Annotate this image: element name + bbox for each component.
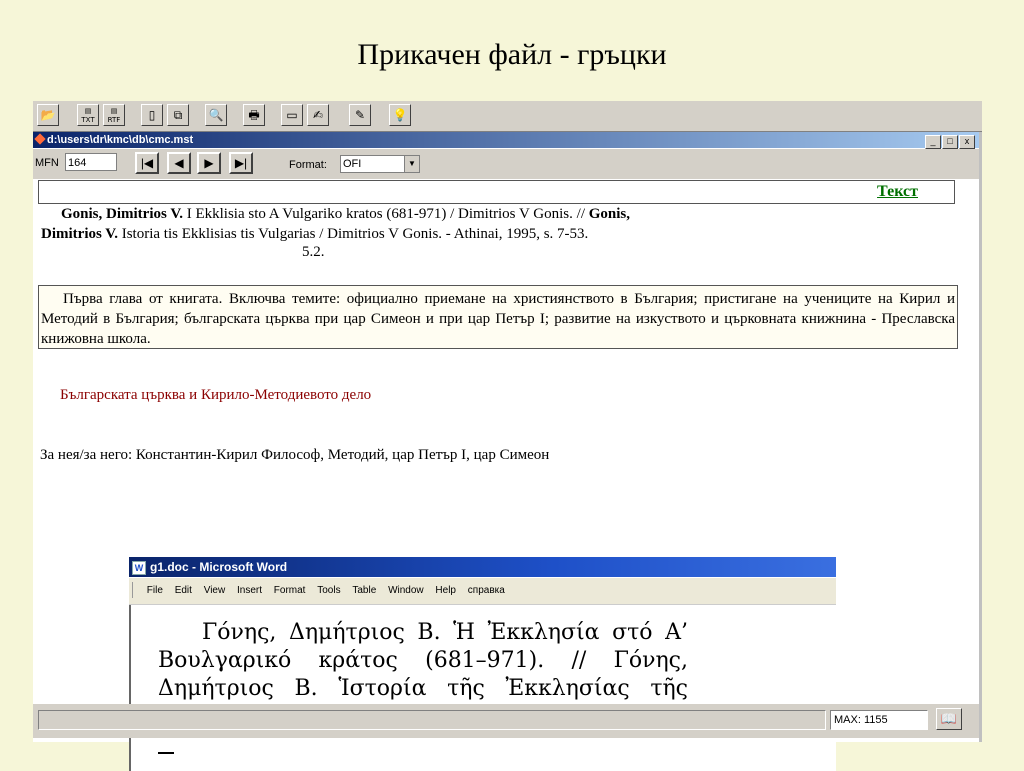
text-cursor	[158, 752, 174, 754]
minimize-button[interactable]: _	[925, 135, 941, 149]
subject-heading: Българската църква и Кирило-Методиевото …	[60, 387, 372, 403]
bib-title-1: I Ekklisia sto A Vulgariko kratos (681-9…	[182, 206, 589, 222]
tekst-link[interactable]: Текст	[877, 183, 918, 201]
max-records: MAX: 1155	[830, 710, 928, 730]
edit-icon[interactable]: ✍	[307, 104, 329, 126]
print-icon[interactable]: 🖶	[243, 104, 265, 126]
bib-title-2: Istoria tis Ekklisias tis Vulgarias / Di…	[117, 226, 589, 242]
menu-view[interactable]: View	[204, 585, 226, 596]
menu-spravka[interactable]: справка	[468, 585, 505, 596]
word-titlebar: Wg1.doc - Microsoft Word	[129, 557, 836, 577]
word-attachment-window: Wg1.doc - Microsoft Word File Edit View …	[129, 557, 836, 771]
abstract-box: Първа глава от книгата. Включва темите: …	[38, 285, 958, 349]
lightbulb-icon[interactable]: 💡	[389, 104, 411, 126]
menu-file[interactable]: File	[147, 585, 163, 596]
record-navbar: MFN 164 |◀ ◀ ▶ ▶| Format: OFI ▼	[33, 149, 979, 179]
database-path: d:\users\dr\kmc\db\cmc.mst	[47, 134, 194, 146]
format-value: OFI	[343, 158, 362, 170]
cds-isis-window: 📂 ▤ TXT ▤ RTF ▯ ⧉ 🔍 🖶 ▭ ✍ ✎ 💡 d:\users\dr\…	[33, 101, 982, 771]
tekst-bar: Текст	[38, 180, 955, 204]
database-titlebar: d:\users\dr\kmc\db\cmc.mst _ □ x	[33, 132, 979, 149]
restore-button[interactable]: □	[942, 135, 958, 149]
menu-window[interactable]: Window	[388, 585, 424, 596]
slide-title: Прикачен файл - гръцки	[357, 38, 667, 71]
abstract-text: Първа глава от книгата. Включва темите: …	[41, 291, 955, 347]
toolbar: 📂 ▤ TXT ▤ RTF ▯ ⧉ 🔍 🖶 ▭ ✍ ✎ 💡	[33, 101, 982, 132]
persons-line: За нея/за него: Константин-Кирил Философ…	[40, 447, 550, 463]
word-menubar: File Edit View Insert Format Tools Table…	[129, 578, 836, 605]
menu-tools[interactable]: Tools	[317, 585, 340, 596]
menubar-grip	[132, 582, 135, 599]
chevron-down-icon[interactable]: ▼	[404, 156, 419, 172]
book-icon[interactable]: 📖	[936, 708, 962, 730]
save-rtf-icon[interactable]: ▤ RTF	[103, 104, 125, 126]
author-name: Gonis, Dimitrios V.	[61, 206, 183, 222]
author-name-2a: Gonis,	[588, 206, 630, 222]
menu-format[interactable]: Format	[274, 585, 306, 596]
last-record-button[interactable]: ▶|	[229, 152, 253, 174]
status-field	[38, 710, 826, 730]
next-record-button[interactable]: ▶	[197, 152, 221, 174]
author-name-2b: Dimitrios V.	[41, 226, 118, 242]
pencil-icon[interactable]: ✎	[349, 104, 371, 126]
statusbar: MAX: 1155 📖	[33, 704, 979, 738]
format-select[interactable]: OFI ▼	[340, 155, 420, 173]
menu-help[interactable]: Help	[435, 585, 456, 596]
section-number: 5.2.	[302, 244, 325, 260]
first-record-button[interactable]: |◀	[135, 152, 159, 174]
menu-table[interactable]: Table	[352, 585, 376, 596]
word-title: g1.doc - Microsoft Word	[150, 560, 288, 574]
previous-record-button[interactable]: ◀	[167, 152, 191, 174]
word-document-page[interactable]: Γόνης, Δημήτριος Β. Ἡ Ἐκκλησία στό Α’ Βο…	[129, 605, 836, 771]
open-folder-icon[interactable]: 📂	[37, 104, 59, 126]
copy-icon[interactable]: ⧉	[167, 104, 189, 126]
print-preview-icon[interactable]: 🔍	[205, 104, 227, 126]
format-label: Format:	[289, 159, 327, 171]
bibliographic-description: Gonis, Dimitrios V. I Ekklisia sto A Vul…	[41, 204, 901, 244]
save-txt-icon[interactable]: ▤ TXT	[77, 104, 99, 126]
menu-edit[interactable]: Edit	[175, 585, 192, 596]
mfn-label: MFN	[35, 157, 59, 169]
mfn-input[interactable]: 164	[65, 153, 117, 171]
app-icon	[34, 133, 46, 145]
word-doc-icon: W	[132, 560, 146, 575]
window-icon[interactable]: ▭	[281, 104, 303, 126]
menu-insert[interactable]: Insert	[237, 585, 262, 596]
close-button[interactable]: x	[959, 135, 975, 149]
clipboard-icon[interactable]: ▯	[141, 104, 163, 126]
window-controls: _ □ x	[924, 133, 975, 149]
record-display: Текст Gonis, Dimitrios V. I Ekklisia sto…	[33, 180, 979, 771]
